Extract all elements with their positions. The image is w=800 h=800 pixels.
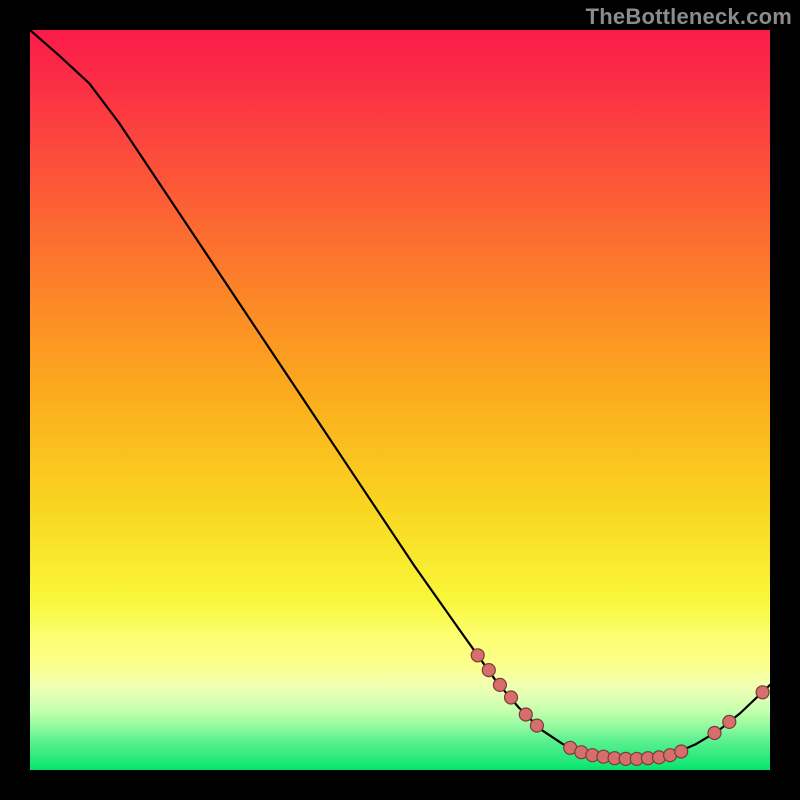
plot-area [30, 30, 770, 770]
data-dot [530, 719, 543, 732]
data-dot [723, 715, 736, 728]
chart-svg [30, 30, 770, 770]
data-dot [471, 649, 484, 662]
data-dot [756, 686, 769, 699]
data-dot [675, 745, 688, 758]
data-dot [519, 708, 532, 721]
chart-stage: TheBottleneck.com [0, 0, 800, 800]
bottleneck-curve [30, 30, 770, 759]
data-dot [482, 664, 495, 677]
data-dots [471, 649, 769, 766]
watermark-text: TheBottleneck.com [586, 4, 792, 30]
data-dot [493, 678, 506, 691]
data-dot [505, 691, 518, 704]
data-dot [708, 727, 721, 740]
